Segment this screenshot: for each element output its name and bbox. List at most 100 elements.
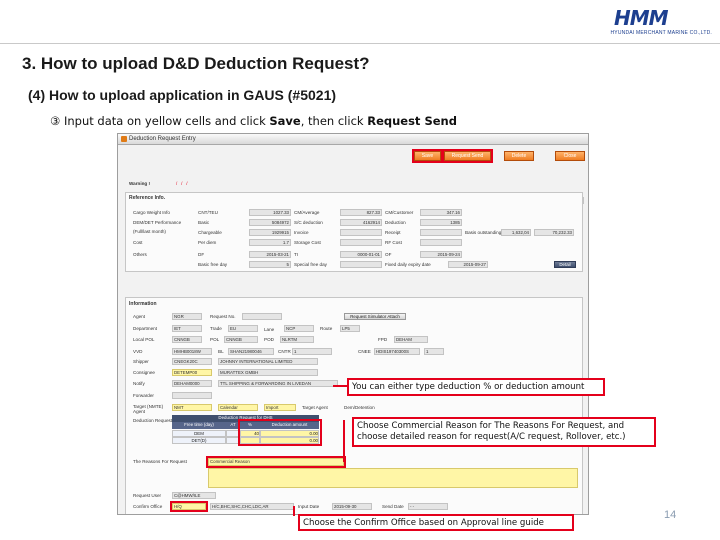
request-simulator-attach-button[interactable]: Request Simulator Attach [344,313,406,320]
route-label: Route [320,326,333,331]
step-instruction: ③ Input data on yellow cells and click S… [50,114,457,128]
input-date-label: Input Date [298,504,320,509]
notify-code-field: DEHAM0000 [172,380,212,387]
logo-mark: HMM [614,6,669,30]
ref-value-3: 2015-09-24 [420,251,462,258]
target-agent-label: Target (NMTE) Agent [133,404,164,414]
delete-button[interactable]: Delete [504,151,534,161]
cntr-field: 1 [292,348,332,355]
pol-field: CNNGB [224,336,258,343]
dem-detention-caption: Dem/Detention [344,405,375,410]
ref-value-3 [420,229,462,236]
basis-extra-field: 70,232.33 [534,229,574,236]
ref-label: Others [133,252,147,257]
ref-label-3: Receipt [385,230,401,235]
header-divider [0,43,720,44]
ref-label-2: CM/Average [294,210,320,215]
confirm-callout-connector [293,506,295,516]
basis-value: 1,632,04 [501,229,531,236]
ref-value: 5 [249,261,291,268]
lane-label: Lane [264,327,275,332]
ref-sub: DF [198,252,205,257]
consignee-name-field: MURATTEX GMBH [218,369,318,376]
department-label: Department [133,326,158,331]
detail-button[interactable]: Detail [554,261,576,268]
ref-value: 1027.33 [249,209,291,216]
trade-label: Trade [210,326,222,331]
confirm-callout: Choose the Confirm Office based on Appro… [298,514,574,531]
ref-value-3: 1385 [420,219,462,226]
ref-value-2 [340,261,382,268]
close-button[interactable]: Close [555,151,585,161]
ref-label-3: Fixed daily expiry date [385,262,431,267]
ref-sub: Basic free day [198,262,228,267]
deduction-type: DEM [172,430,226,437]
reason-callout: Choose Commercial Reason for The Reasons… [352,417,656,447]
logo-subtitle: HYUNDAI MERCHANT MARINE CO.,LTD. [610,30,712,36]
request-no-label: Request No. [210,314,236,319]
confirm-office-label: Confirm Office [133,504,163,509]
request-send-button[interactable]: Request Send [442,149,493,163]
shipper-label: Shipper [133,359,149,364]
trade-field: EU [228,325,258,332]
fpd-label: FPD [378,337,388,342]
request-user-label: Request User [133,493,162,498]
request-user-field: C@HMW/ILE [172,492,216,499]
ref-label-3: OF [385,252,392,257]
ref-label-3: Deduction [385,220,406,225]
input-date-field: 2015-09-30 [332,503,372,510]
ref-value: 1.7 [249,239,291,246]
agent-field: NGR [172,313,202,320]
request-no-field [242,313,282,320]
confirm-office-select[interactable]: H/Q [170,501,208,512]
bl-field: SHAN21980046 [228,348,274,355]
ref-label: Cargo Weight Info [133,210,170,215]
consignee-code-input[interactable]: DETEMP00 [172,369,212,376]
shipper-code-field: CNEGK20C [172,358,212,365]
route-field: LP5 [340,325,360,332]
fpd-field: DEHAM [394,336,428,343]
ref-value-2 [340,229,382,236]
ref-sub: CNT/TEU [198,210,218,215]
deduction-col-header: Free time (day) [172,422,226,429]
consignee-label: Consignee [133,370,155,375]
ref-label: Cost [133,240,143,245]
basis-label: Basis outstanding [465,230,502,235]
local-pol-label: Local POL [133,337,155,342]
ref-value-2: 827.33 [340,209,382,216]
agent-label: Agent [133,314,146,319]
target-input[interactable]: NMT [172,404,212,411]
save-button[interactable]: Save [412,149,443,163]
window-title-bar: Deduction Request Entry [118,134,588,145]
lane-field: NCP [284,325,314,332]
request-send-emphasis: Request Send [367,114,457,128]
deduction-type: DET(D) [172,437,226,444]
ref-value: 5084972 [249,219,291,226]
app-icon [121,136,127,142]
calendar-select[interactable]: Calendar [218,404,258,411]
cntr-label: CNTR [278,349,291,354]
ref-value: 2015-03-21 [249,251,291,258]
slide-title: 3. How to upload D&D Deduction Request? [22,54,370,73]
cnee-field: HDIS19740300S [374,348,420,355]
notify-label: Notify [133,381,145,386]
ref-label-3: RF Cost [385,240,402,245]
save-emphasis: Save [269,114,301,128]
reference-title: Reference Info. [129,195,166,201]
cnee-count-field: 1 [424,348,444,355]
confirm-office-options: H/C,BHC,SHC,CHC,LDC,AR [210,503,294,510]
pod-field: NLRTM [280,336,314,343]
reason-select[interactable]: Commercial Reason [206,456,346,468]
ref-sub: Chargeable [198,230,222,235]
ref-sub: Per diem [198,240,217,245]
shipper-name-field: JOHNNY INTERNATIONAL LIMITED [218,358,318,365]
import-select[interactable]: Import [264,404,296,411]
reasons-label: The Reasons For Request [133,459,187,464]
pod-label: POD [264,337,274,342]
bl-label: BL [218,349,224,354]
ref-value-2: 0000-01-01 [340,251,382,258]
target-agent-caption: Target Agent [302,405,328,410]
reason-detail-textarea[interactable] [208,468,578,488]
ref-label-2: TI [294,252,299,257]
warning-label: Warning ! [129,181,151,186]
